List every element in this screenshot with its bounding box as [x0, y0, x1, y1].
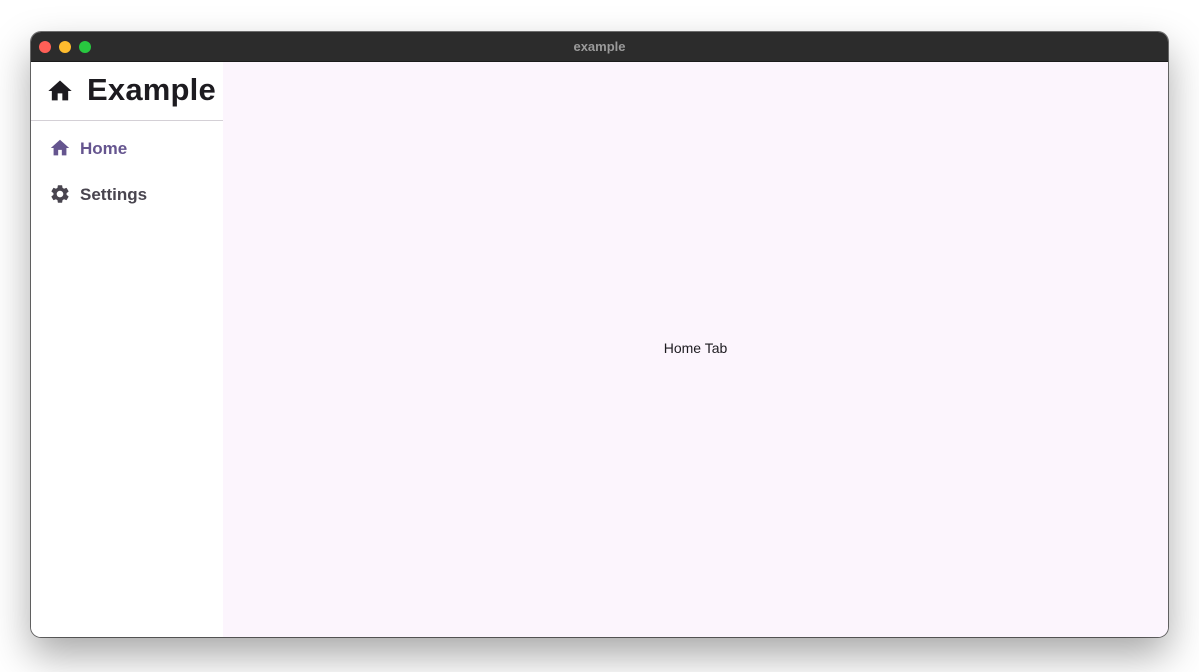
- sidebar-item-label: Home: [80, 139, 128, 158]
- window-title: example: [573, 39, 626, 54]
- gear-icon: [51, 185, 69, 203]
- sidebar-item-home[interactable]: Home: [31, 129, 223, 169]
- sidebar-item-label: Settings: [80, 185, 148, 204]
- navigation-sidebar: Example Home Settings: [31, 62, 223, 637]
- title-bar[interactable]: example: [31, 32, 1168, 62]
- app-title: Example: [87, 72, 216, 107]
- main-content: Home Tab: [223, 62, 1168, 637]
- app-window: example Example Home Settings Home Tab: [31, 32, 1168, 637]
- home-icon: [50, 139, 70, 156]
- tab-content-text: Home Tab: [663, 340, 728, 356]
- sidebar-header: Example: [31, 62, 223, 121]
- home-icon: [48, 80, 72, 101]
- sidebar-item-settings[interactable]: Settings: [31, 175, 223, 215]
